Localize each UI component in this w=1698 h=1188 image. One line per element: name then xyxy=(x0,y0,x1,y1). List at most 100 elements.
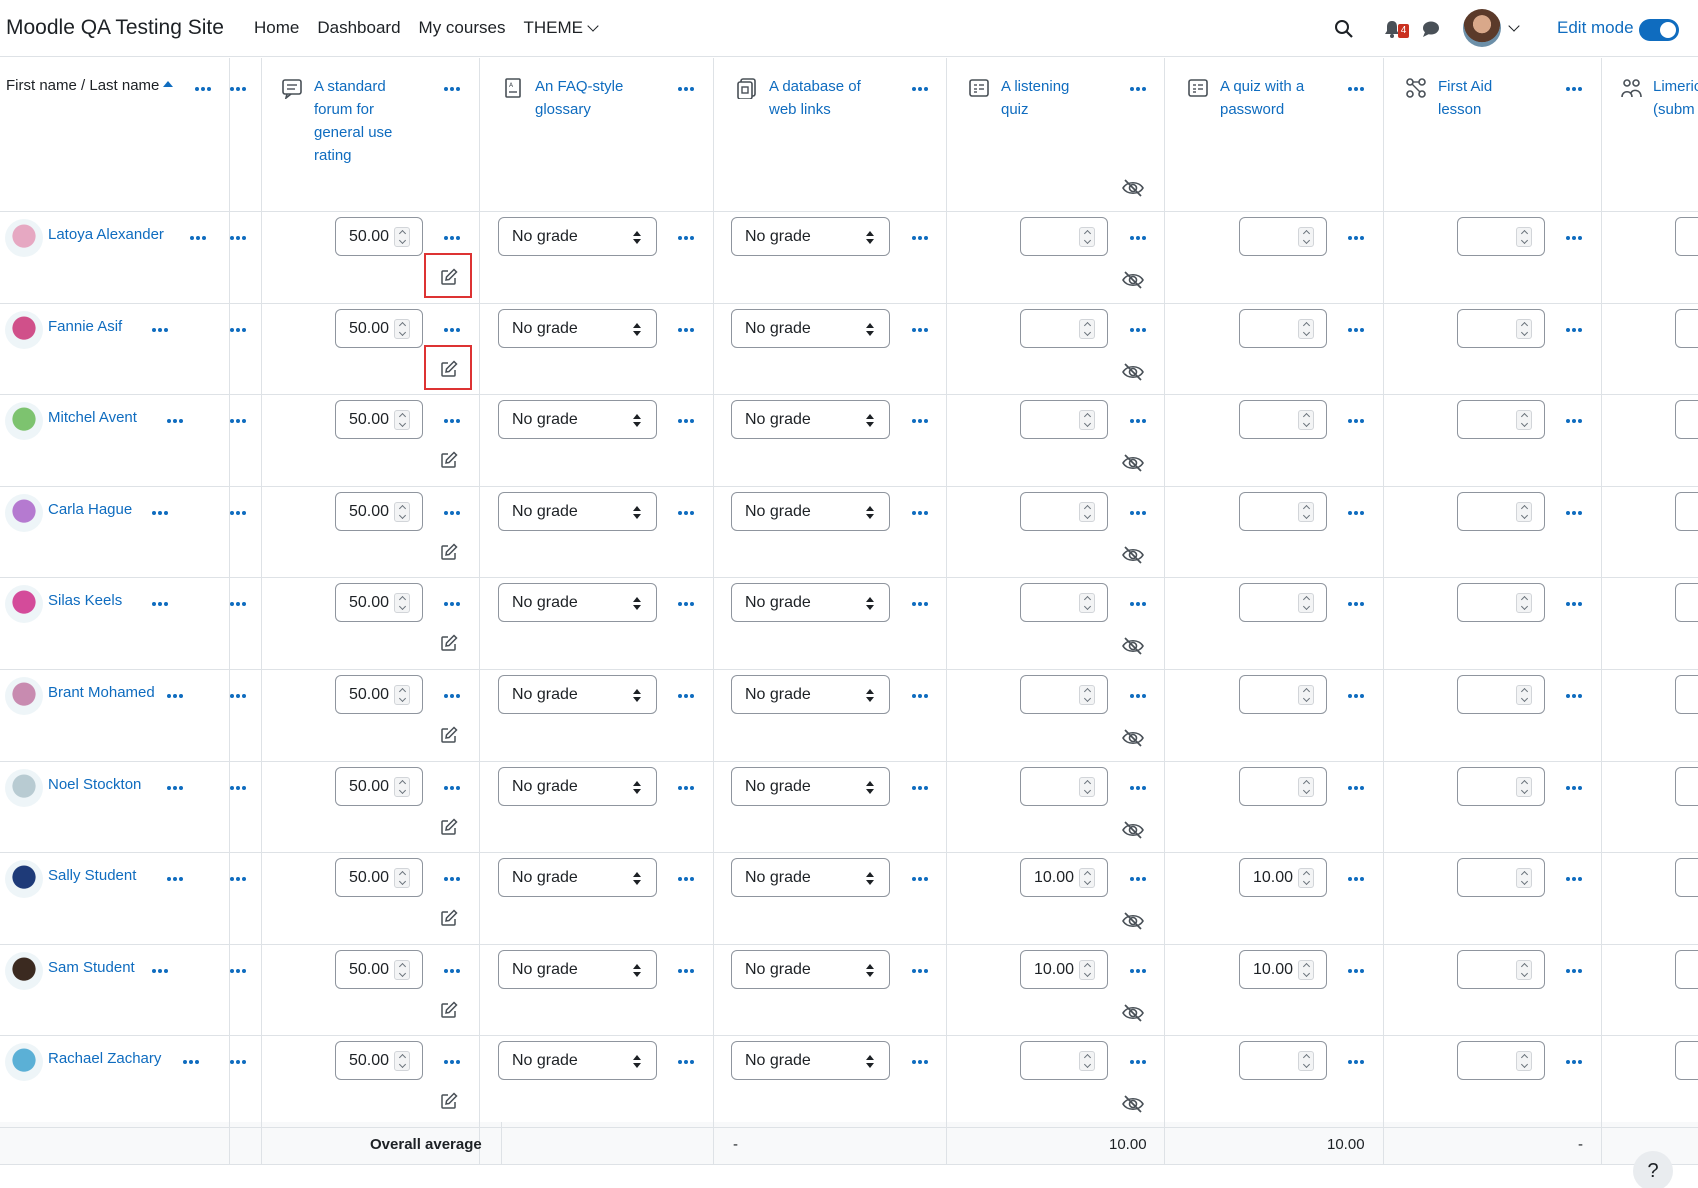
spinner-arrows-icon[interactable] xyxy=(1516,960,1532,980)
lesson-grade-input[interactable] xyxy=(1457,858,1545,897)
database-grade-select[interactable]: No grade xyxy=(731,492,890,531)
cell-menu[interactable] xyxy=(673,319,697,339)
listening-quiz-grade-input[interactable] xyxy=(1020,767,1108,806)
listening-quiz-grade-input[interactable]: 10.00 xyxy=(1020,858,1108,897)
student-menu[interactable] xyxy=(147,319,171,339)
cell-menu[interactable] xyxy=(439,868,463,888)
collapsed-cell-menu[interactable] xyxy=(225,868,249,888)
listening-quiz-grade-input[interactable] xyxy=(1020,492,1108,531)
cell-menu[interactable] xyxy=(1125,960,1149,980)
glossary-grade-select[interactable]: No grade xyxy=(498,675,657,714)
cell-menu[interactable] xyxy=(1125,593,1149,613)
forum-grade-input[interactable]: 50.00 xyxy=(335,309,423,348)
cell-menu[interactable] xyxy=(907,319,931,339)
cell-menu[interactable] xyxy=(1561,868,1585,888)
cell-menu[interactable] xyxy=(1343,960,1367,980)
glossary-grade-select[interactable]: No grade xyxy=(498,400,657,439)
workshop-grade-input[interactable] xyxy=(1675,1041,1698,1080)
site-brand[interactable]: Moodle QA Testing Site xyxy=(6,16,224,40)
column-menu[interactable] xyxy=(673,78,697,98)
student-menu[interactable] xyxy=(162,777,186,797)
lesson-grade-input[interactable] xyxy=(1457,400,1545,439)
forum-grade-input[interactable]: 50.00 xyxy=(335,217,423,256)
cell-menu[interactable] xyxy=(907,227,931,247)
cell-menu[interactable] xyxy=(1343,685,1367,705)
password-quiz-grade-input[interactable] xyxy=(1239,767,1327,806)
workshop-grade-input[interactable] xyxy=(1675,675,1698,714)
cell-menu[interactable] xyxy=(673,868,697,888)
edit-pencil-icon[interactable] xyxy=(440,726,458,744)
cell-menu[interactable] xyxy=(907,410,931,430)
spinner-arrows-icon[interactable] xyxy=(1298,685,1314,705)
cell-menu[interactable] xyxy=(1125,868,1149,888)
name-column-header[interactable]: First name / Last name xyxy=(6,77,174,94)
collapsed-cell-menu[interactable] xyxy=(225,410,249,430)
search-icon[interactable] xyxy=(1334,19,1354,39)
forum-grade-input[interactable]: 50.00 xyxy=(335,858,423,897)
collapsed-cell-menu[interactable] xyxy=(225,777,249,797)
column-header-link[interactable]: A database of web links xyxy=(769,75,861,121)
cell-menu[interactable] xyxy=(1561,502,1585,522)
nav-theme-menu[interactable]: THEME xyxy=(523,18,599,38)
cell-menu[interactable] xyxy=(907,777,931,797)
glossary-grade-select[interactable]: No grade xyxy=(498,950,657,989)
cell-menu[interactable] xyxy=(1125,319,1149,339)
nav-home[interactable]: Home xyxy=(254,18,299,38)
cell-menu[interactable] xyxy=(1343,319,1367,339)
spinner-arrows-icon[interactable] xyxy=(394,593,410,613)
student-menu[interactable] xyxy=(162,685,186,705)
workshop-grade-input[interactable] xyxy=(1675,400,1698,439)
spinner-arrows-icon[interactable] xyxy=(1298,410,1314,430)
collapsed-cell-menu[interactable] xyxy=(225,685,249,705)
spinner-arrows-icon[interactable] xyxy=(1079,319,1095,339)
cell-menu[interactable] xyxy=(1125,685,1149,705)
student-menu[interactable] xyxy=(178,1051,202,1071)
collapsed-column-menu[interactable] xyxy=(225,78,249,98)
cell-menu[interactable] xyxy=(1561,410,1585,430)
forum-grade-input[interactable]: 50.00 xyxy=(335,950,423,989)
cell-menu[interactable] xyxy=(1561,777,1585,797)
database-grade-select[interactable]: No grade xyxy=(731,675,890,714)
password-quiz-grade-input[interactable]: 10.00 xyxy=(1239,950,1327,989)
student-name-link[interactable]: Mitchel Avent xyxy=(48,409,137,426)
spinner-arrows-icon[interactable] xyxy=(394,777,410,797)
database-grade-select[interactable]: No grade xyxy=(731,858,890,897)
student-name-link[interactable]: Carla Hague xyxy=(48,501,132,518)
column-header-link[interactable]: An FAQ-style glossary xyxy=(535,75,623,121)
password-quiz-grade-input[interactable] xyxy=(1239,1041,1327,1080)
database-grade-select[interactable]: No grade xyxy=(731,400,890,439)
cell-menu[interactable] xyxy=(1343,502,1367,522)
student-avatar[interactable] xyxy=(5,952,43,990)
listening-quiz-grade-input[interactable] xyxy=(1020,309,1108,348)
edit-pencil-icon[interactable] xyxy=(440,1092,458,1110)
workshop-grade-input[interactable] xyxy=(1675,767,1698,806)
student-name-link[interactable]: Fannie Asif xyxy=(48,318,122,335)
glossary-grade-select[interactable]: No grade xyxy=(498,309,657,348)
glossary-grade-select[interactable]: No grade xyxy=(498,583,657,622)
cell-menu[interactable] xyxy=(1343,868,1367,888)
database-grade-select[interactable]: No grade xyxy=(731,767,890,806)
glossary-grade-select[interactable]: No grade xyxy=(498,767,657,806)
lesson-grade-input[interactable] xyxy=(1457,492,1545,531)
lesson-grade-input[interactable] xyxy=(1457,675,1545,714)
cell-menu[interactable] xyxy=(673,1051,697,1071)
cell-menu[interactable] xyxy=(439,319,463,339)
collapsed-cell-menu[interactable] xyxy=(225,502,249,522)
student-name-link[interactable]: Silas Keels xyxy=(48,592,122,609)
spinner-arrows-icon[interactable] xyxy=(1079,868,1095,888)
spinner-arrows-icon[interactable] xyxy=(1516,319,1532,339)
spinner-arrows-icon[interactable] xyxy=(1516,593,1532,613)
spinner-arrows-icon[interactable] xyxy=(1298,960,1314,980)
spinner-arrows-icon[interactable] xyxy=(1298,868,1314,888)
edit-pencil-icon[interactable] xyxy=(440,1001,458,1019)
cell-menu[interactable] xyxy=(1561,319,1585,339)
spinner-arrows-icon[interactable] xyxy=(1079,593,1095,613)
cell-menu[interactable] xyxy=(439,227,463,247)
spinner-arrows-icon[interactable] xyxy=(1079,960,1095,980)
spinner-arrows-icon[interactable] xyxy=(1079,685,1095,705)
edit-mode-toggle[interactable] xyxy=(1639,19,1679,41)
student-menu[interactable] xyxy=(185,227,209,247)
student-avatar[interactable] xyxy=(5,1043,43,1081)
spinner-arrows-icon[interactable] xyxy=(1516,868,1532,888)
spinner-arrows-icon[interactable] xyxy=(1298,319,1314,339)
